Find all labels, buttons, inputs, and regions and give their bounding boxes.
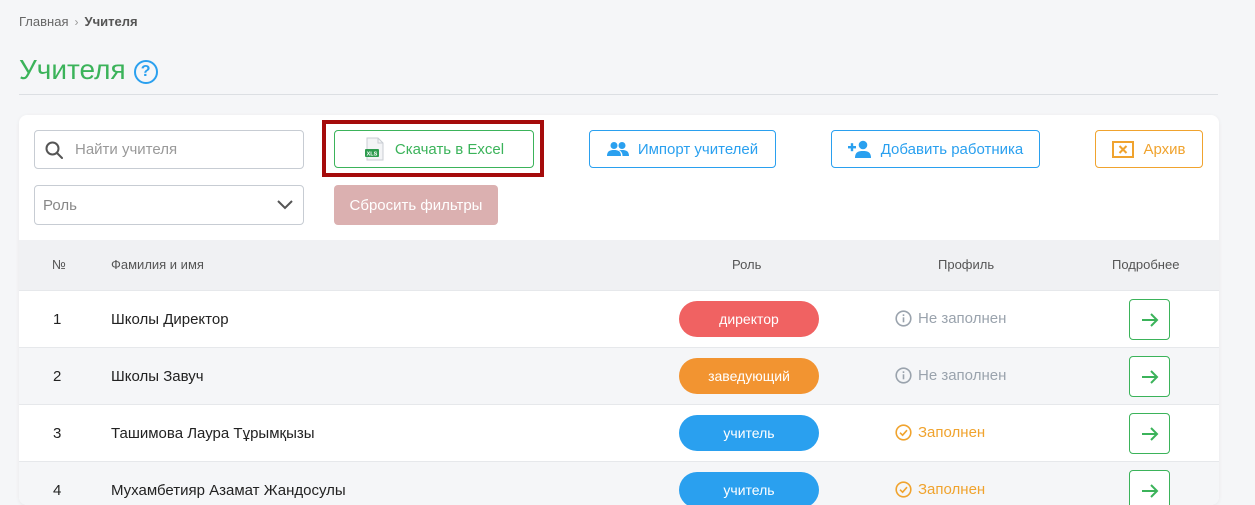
role-select-placeholder: Роль — [43, 196, 77, 214]
table-row: 3 Ташимова Лаура Тұрымқызы учитель Заполнен — [19, 404, 1219, 461]
arrow-right-icon — [1141, 369, 1158, 384]
archive-icon — [1112, 140, 1135, 158]
details-button[interactable] — [1129, 356, 1170, 397]
row-number: 4 — [53, 482, 62, 499]
profile-status-label: Заполнен — [918, 481, 986, 498]
info-circle-icon — [895, 310, 912, 327]
profile-status-label: Не заполнен — [918, 367, 1007, 384]
check-circle-icon — [895, 481, 912, 498]
download-excel-button[interactable]: XLS Скачать в Excel — [334, 130, 534, 168]
reset-filters-button[interactable]: Сбросить фильтры — [334, 185, 498, 225]
teacher-name: Школы Директор — [111, 311, 229, 328]
details-button[interactable] — [1129, 299, 1170, 340]
row-number: 1 — [53, 311, 62, 328]
profile-status: Не заполнен — [895, 367, 1006, 384]
header-num: № — [52, 257, 66, 272]
page-title: Учителя — [19, 54, 126, 85]
info-circle-icon — [895, 367, 912, 384]
details-button[interactable] — [1129, 470, 1170, 505]
add-employee-button[interactable]: Добавить работника — [831, 130, 1040, 168]
arrow-right-icon — [1141, 426, 1158, 441]
role-select[interactable]: Роль — [34, 185, 304, 225]
breadcrumb: Главная › Учителя — [19, 14, 138, 29]
row-number: 2 — [53, 368, 62, 385]
users-icon — [606, 142, 629, 156]
download-excel-label: Скачать в Excel — [394, 140, 505, 158]
teachers-card: Роль XLS Скачать в Excel Импорт учителей — [19, 115, 1219, 505]
header-details: Подробнее — [1112, 257, 1180, 272]
add-employee-label: Добавить работника — [880, 140, 1024, 158]
teacher-name: Ташимова Лаура Тұрымқызы — [111, 425, 315, 442]
role-badge: учитель — [679, 472, 819, 505]
check-circle-icon — [895, 424, 912, 441]
profile-status-label: Заполнен — [918, 424, 986, 441]
chevron-down-icon — [277, 200, 293, 210]
table-row: 2 Школы Завуч заведующий Не заполнен — [19, 347, 1219, 404]
teacher-name: Мухамбетияр Азамат Жандосулы — [111, 482, 346, 499]
help-icon[interactable]: ? — [133, 60, 158, 84]
role-badge: заведующий — [679, 358, 819, 394]
search-field[interactable] — [34, 130, 304, 169]
arrow-right-icon — [1141, 483, 1158, 498]
breadcrumb-home-link[interactable]: Главная — [19, 14, 68, 29]
table-header: № Фамилия и имя Роль Профиль Подробнее — [19, 240, 1219, 290]
teacher-name: Школы Завуч — [111, 368, 204, 385]
xls-file-icon: XLS — [364, 137, 384, 161]
arrow-right-icon — [1141, 312, 1158, 327]
details-button[interactable] — [1129, 413, 1170, 454]
table-row: 1 Школы Директор директор Не заполнен — [19, 290, 1219, 347]
header-profile: Профиль — [938, 257, 995, 272]
import-teachers-button[interactable]: Импорт учителей — [589, 130, 776, 168]
divider — [19, 94, 1218, 95]
add-user-icon — [847, 140, 871, 158]
header-role: Роль — [732, 257, 762, 272]
title-row: Учителя ? — [19, 54, 158, 86]
profile-status: Не заполнен — [895, 310, 1006, 327]
archive-button[interactable]: Архив — [1095, 130, 1203, 168]
svg-text:XLS: XLS — [367, 152, 378, 158]
archive-label: Архив — [1143, 140, 1186, 158]
import-teachers-label: Импорт учителей — [637, 140, 759, 158]
profile-status-label: Не заполнен — [918, 310, 1007, 327]
search-input[interactable] — [73, 140, 287, 159]
breadcrumb-current: Учителя — [84, 14, 138, 29]
table-row: 4 Мухамбетияр Азамат Жандосулы учитель Запо… — [19, 461, 1219, 505]
search-icon — [45, 141, 63, 159]
header-name[interactable]: Фамилия и имя — [111, 257, 204, 272]
row-number: 3 — [53, 425, 62, 442]
chevron-right-icon: › — [74, 14, 79, 29]
role-badge: учитель — [679, 415, 819, 451]
profile-status: Заполнен — [895, 424, 985, 441]
profile-status: Заполнен — [895, 481, 985, 498]
role-badge: директор — [679, 301, 819, 337]
